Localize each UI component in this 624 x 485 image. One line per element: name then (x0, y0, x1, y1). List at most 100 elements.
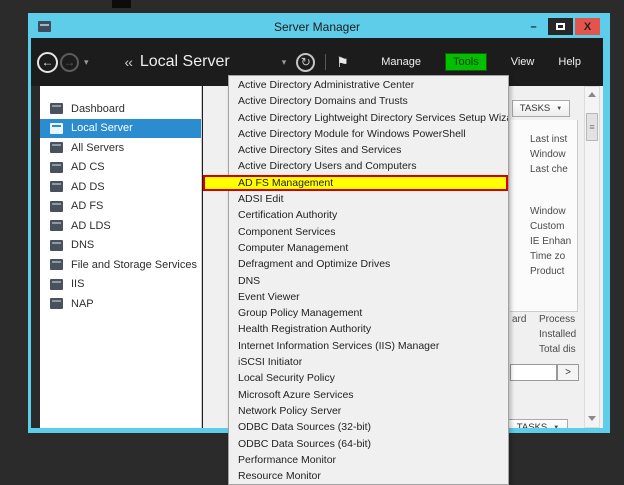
sidebar-item-dns[interactable]: DNS (40, 236, 201, 256)
left-strip (31, 86, 40, 428)
property-label: Last che (530, 164, 568, 175)
close-button[interactable]: X (575, 18, 600, 35)
menu-view[interactable]: View (511, 56, 535, 68)
sidebar-item-label: NAP (71, 298, 94, 310)
menu-item[interactable]: Active Directory Domains and Trusts (229, 93, 508, 109)
menu-item[interactable]: Microsoft Azure Services (229, 387, 508, 403)
ad-fs-icon (50, 201, 63, 212)
next-chevron-button[interactable]: > (557, 364, 579, 381)
ad-ds-icon (50, 181, 63, 192)
property-label: IE Enhan (530, 236, 571, 247)
menu-item[interactable]: Event Viewer (229, 289, 508, 305)
sidebar-item-all-servers[interactable]: All Servers (40, 138, 201, 158)
menu-item[interactable]: Active Directory Sites and Services (229, 142, 508, 158)
tools-dropdown-menu: Active Directory Administrative Center A… (228, 75, 509, 485)
menu-item[interactable]: Performance Monitor (229, 452, 508, 468)
breadcrumb-dropdown-icon[interactable]: ▾ (282, 57, 287, 68)
scrollbar-thumb[interactable]: ≡ (586, 113, 598, 141)
menu-bar: Manage Tools View Help (381, 53, 603, 71)
menu-item[interactable]: ODBC Data Sources (32-bit) (229, 419, 508, 435)
minimize-button[interactable]: – (521, 18, 546, 35)
tasks-label: TASKS (520, 103, 550, 114)
properties-box: Last inst Window Last che Window Custom … (510, 120, 578, 312)
property-label: Time zo (530, 251, 565, 262)
sidebar-item-label: AD FS (71, 200, 103, 212)
property-label: Process (539, 314, 575, 325)
menu-item[interactable]: Computer Management (229, 240, 508, 256)
sidebar-item-label: IIS (71, 278, 84, 290)
breadcrumb-chevrons-icon: ‹‹ (125, 54, 132, 70)
window-title: Server Manager (31, 20, 603, 34)
forward-button[interactable]: → (60, 53, 79, 72)
menu-item[interactable]: iSCSI Initiator (229, 354, 508, 370)
tasks-caret-icon: ▼ (556, 106, 562, 112)
background-artifact (112, 0, 131, 8)
tasks-caret-icon: ▼ (553, 425, 559, 429)
maximize-button[interactable] (548, 18, 573, 35)
tasks-label: TASKS (517, 422, 547, 428)
menu-item[interactable]: Component Services (229, 224, 508, 240)
menu-item[interactable]: ADSI Edit (229, 191, 508, 207)
menu-item[interactable]: Health Registration Authority (229, 321, 508, 337)
property-label: Window (530, 206, 566, 217)
sidebar-item-label: AD CS (71, 161, 105, 173)
dns-icon (50, 240, 63, 251)
notifications-flag-icon[interactable]: ⚑ (336, 54, 349, 71)
sidebar: Dashboard Local Server All Servers AD CS… (40, 86, 202, 428)
menu-item[interactable]: Defragment and Optimize Drives (229, 256, 508, 272)
menu-tools[interactable]: Tools (445, 53, 487, 71)
back-button[interactable]: ← (37, 52, 58, 73)
menu-item[interactable]: Network Policy Server (229, 403, 508, 419)
sidebar-item-local-server[interactable]: Local Server (40, 119, 201, 139)
menu-manage[interactable]: Manage (381, 56, 421, 68)
property-label: Custom (530, 221, 564, 232)
menu-item-ad-fs-management[interactable]: AD FS Management (229, 175, 508, 191)
maximize-icon (556, 23, 565, 30)
sidebar-item-file-storage[interactable]: File and Storage Services ▷ (40, 255, 201, 275)
iis-icon (50, 279, 63, 290)
menu-help[interactable]: Help (558, 56, 581, 68)
menu-item[interactable]: Resource Monitor (229, 468, 508, 484)
sidebar-item-label: AD LDS (71, 220, 111, 232)
sidebar-item-ad-ds[interactable]: AD DS (40, 177, 201, 197)
sidebar-item-dashboard[interactable]: Dashboard (40, 99, 201, 119)
sidebar-item-label: Local Server (71, 122, 133, 134)
scroll-down-icon (588, 416, 596, 421)
sidebar-item-iis[interactable]: IIS (40, 275, 201, 295)
sidebar-item-nap[interactable]: NAP (40, 294, 201, 314)
tasks-button-bottom[interactable]: TASKS ▼ (508, 419, 568, 428)
history-dropdown-icon[interactable]: ▾ (84, 57, 89, 68)
property-label: Last inst (530, 134, 567, 145)
local-server-icon (50, 123, 63, 134)
sidebar-item-label: AD DS (71, 181, 105, 193)
sidebar-item-label: File and Storage Services (71, 259, 197, 271)
menu-item[interactable]: ODBC Data Sources (64-bit) (229, 436, 508, 452)
ad-lds-icon (50, 220, 63, 231)
sidebar-item-label: All Servers (71, 142, 124, 154)
sidebar-item-ad-cs[interactable]: AD CS (40, 158, 201, 178)
menu-item[interactable]: Local Security Policy (229, 370, 508, 386)
window-controls: – X (521, 18, 600, 35)
menu-item[interactable]: Active Directory Lightweight Directory S… (229, 110, 508, 126)
tasks-button[interactable]: TASKS ▼ (512, 100, 570, 117)
menu-item[interactable]: Active Directory Users and Computers (229, 158, 508, 174)
scroll-down-button[interactable] (585, 412, 599, 425)
property-label: Window (530, 149, 566, 160)
refresh-icon[interactable]: ↻ (296, 53, 315, 72)
menu-item[interactable]: Group Policy Management (229, 305, 508, 321)
vertical-scrollbar[interactable]: ≡ (584, 86, 600, 428)
nap-icon (50, 298, 63, 309)
dashboard-icon (50, 103, 63, 114)
filter-input[interactable] (510, 364, 557, 381)
menu-item[interactable]: DNS (229, 273, 508, 289)
menu-item[interactable]: Active Directory Module for Windows Powe… (229, 126, 508, 142)
scroll-up-button[interactable] (585, 88, 599, 101)
sidebar-item-ad-lds[interactable]: AD LDS (40, 216, 201, 236)
server-manager-app-icon (38, 21, 51, 32)
menu-item[interactable]: Active Directory Administrative Center (229, 77, 508, 93)
menu-item[interactable]: Internet Information Services (IIS) Mana… (229, 338, 508, 354)
sidebar-item-ad-fs[interactable]: AD FS (40, 197, 201, 217)
breadcrumb[interactable]: Local Server (140, 53, 230, 71)
menu-item[interactable]: Certification Authority (229, 207, 508, 223)
sidebar-item-label: DNS (71, 239, 94, 251)
